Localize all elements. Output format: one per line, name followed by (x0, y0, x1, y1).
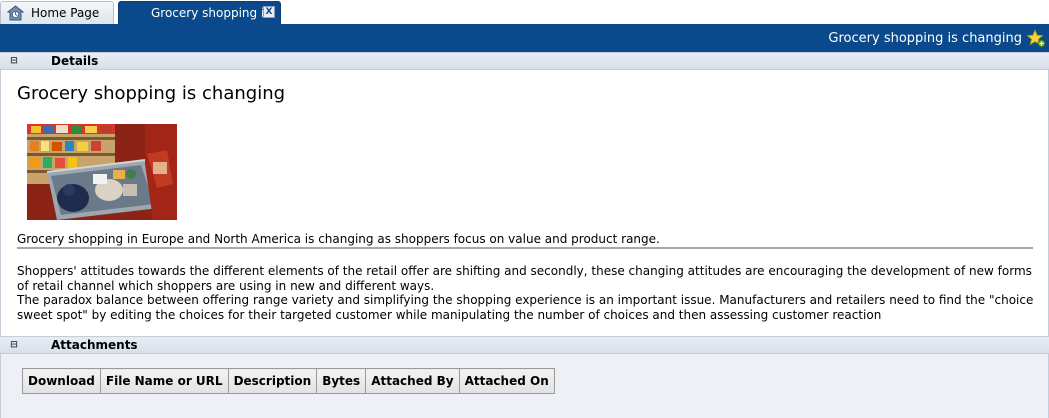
attachments-panel: Download File Name or URL Description By… (0, 354, 1049, 418)
column-header-attached-on[interactable]: Attached On (458, 368, 555, 394)
column-header-attached-by[interactable]: Attached By (365, 368, 460, 394)
tab-grocery-shopping[interactable]: Grocery shopping i.. X (118, 1, 281, 24)
details-section-title: Details (51, 54, 99, 68)
article-summary: Grocery shopping in Europe and North Ame… (17, 232, 1033, 249)
article-paragraph: Shoppers' attitudes towards the differen… (17, 264, 1032, 293)
attachments-table-header-row: Download File Name or URL Description By… (22, 368, 555, 394)
article-title: Grocery shopping is changing (17, 83, 286, 104)
home-page-icon (6, 5, 25, 21)
article-body: Shoppers' attitudes towards the differen… (17, 264, 1039, 322)
close-icon[interactable]: X (263, 6, 275, 18)
page-title: Grocery shopping is changing (828, 31, 1022, 46)
details-panel: Grocery shopping is changing Grocery sho… (0, 70, 1049, 336)
column-header-file-name[interactable]: File Name or URL (99, 368, 229, 394)
favorite-star-icon[interactable] (1026, 28, 1046, 48)
tab-grocery-shopping-label: Grocery shopping i.. (151, 6, 272, 20)
tab-home-page-label: Home Page (31, 6, 100, 20)
column-header-bytes[interactable]: Bytes (316, 368, 367, 394)
attachments-section-header[interactable]: ⊟ Attachments (0, 336, 1049, 354)
column-header-download[interactable]: Download (22, 368, 101, 394)
column-header-description[interactable]: Description (227, 368, 318, 394)
tab-bar: Home Page Grocery shopping i.. X (0, 0, 1049, 24)
collapse-icon[interactable]: ⊟ (9, 340, 19, 350)
page-title-bar: Grocery shopping is changing (0, 24, 1049, 52)
details-section-header[interactable]: ⊟ Details (0, 52, 1049, 70)
grocery-cart-photo (27, 124, 177, 220)
attachments-section-title: Attachments (51, 338, 138, 352)
article-paragraph: The paradox balance between offering ran… (17, 293, 1034, 322)
attachments-table: Download File Name or URL Description By… (22, 368, 555, 394)
collapse-icon[interactable]: ⊟ (9, 56, 19, 66)
tab-home-page[interactable]: Home Page (0, 1, 114, 24)
